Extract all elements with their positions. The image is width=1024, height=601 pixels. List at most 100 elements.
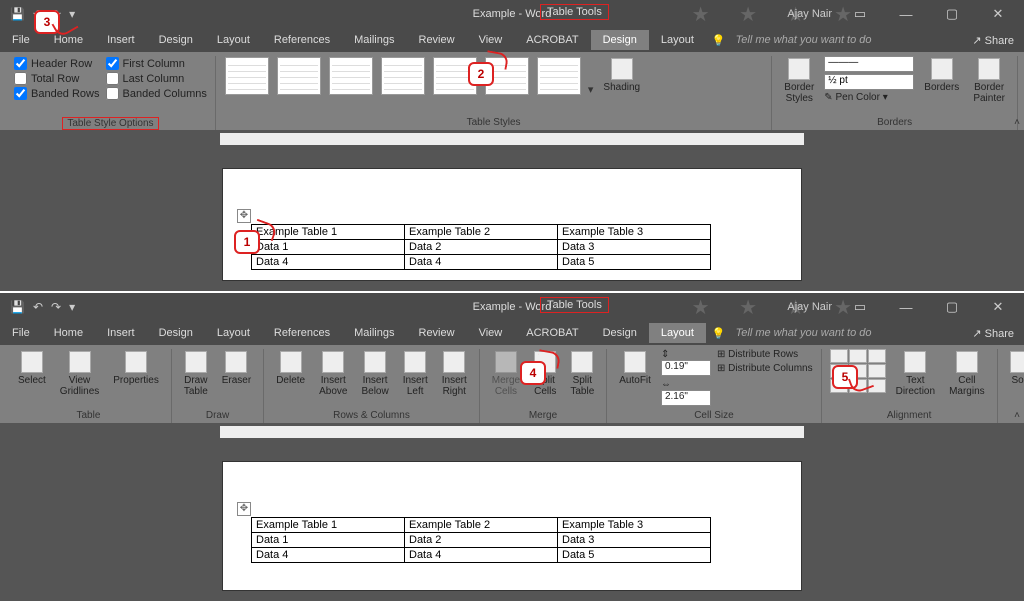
maximize-icon[interactable]: ▢ (934, 299, 970, 315)
table-cell[interactable]: Data 1 (252, 533, 405, 548)
align-tl[interactable] (830, 349, 848, 363)
tell-me-input[interactable]: Tell me what you want to do (726, 327, 872, 339)
table-cell[interactable]: Data 3 (558, 240, 711, 255)
table-cell[interactable]: Example Table 1 (252, 518, 405, 533)
tab-table-design[interactable]: Design (591, 30, 649, 50)
table-cell[interactable]: Data 2 (405, 240, 558, 255)
tab-review[interactable]: Review (407, 30, 467, 50)
select-button[interactable]: Select (14, 349, 50, 388)
maximize-icon[interactable]: ▢ (934, 6, 970, 22)
tab-design-main[interactable]: Design (147, 30, 205, 50)
table-cell[interactable]: Example Table 2 (405, 225, 558, 240)
tab-mailings[interactable]: Mailings (342, 323, 406, 343)
tab-design-main[interactable]: Design (147, 323, 205, 343)
minimize-icon[interactable]: — (888, 300, 924, 315)
tellme-icon[interactable]: 💡 (706, 327, 726, 340)
table-style-thumb[interactable] (225, 57, 269, 95)
tab-review[interactable]: Review (407, 323, 467, 343)
undo-icon[interactable]: ↶ (33, 300, 43, 314)
pen-weight-dropdown[interactable]: ½ pt (824, 74, 914, 90)
redo-icon[interactable]: ↷ (51, 300, 61, 314)
save-icon[interactable]: 💾 (10, 7, 25, 21)
tab-view[interactable]: View (467, 323, 515, 343)
properties-button[interactable]: Properties (109, 349, 163, 388)
table-cell[interactable]: Example Table 3 (558, 225, 711, 240)
tab-references[interactable]: References (262, 30, 342, 50)
table-cell[interactable]: Data 2 (405, 533, 558, 548)
example-table[interactable]: Example Table 1Example Table 2Example Ta… (251, 224, 711, 270)
table-style-thumb[interactable] (277, 57, 321, 95)
table-style-thumb[interactable] (537, 57, 581, 95)
table-cell[interactable]: Data 4 (405, 255, 558, 270)
ribbon-display-icon[interactable]: ▭ (842, 6, 878, 22)
tab-file[interactable]: File (0, 30, 42, 50)
close-icon[interactable]: ✕ (980, 6, 1016, 22)
cell-margins-button[interactable]: Cell Margins (945, 349, 989, 399)
tab-references[interactable]: References (262, 323, 342, 343)
borders-button[interactable]: Borders (920, 56, 963, 95)
eraser-button[interactable]: Eraser (218, 349, 255, 388)
save-icon[interactable]: 💾 (10, 300, 25, 314)
table-cell[interactable]: Example Table 2 (405, 518, 558, 533)
merge-cells-button[interactable]: Merge Cells (488, 349, 524, 399)
collapse-ribbon-icon[interactable]: ˄ (1014, 410, 1020, 421)
table-move-handle[interactable]: ✥ (237, 502, 251, 516)
autofit-button[interactable]: AutoFit (615, 349, 655, 388)
insert-above-button[interactable]: Insert Above (315, 349, 351, 399)
pen-style-dropdown[interactable]: ——— (824, 56, 914, 72)
align-tr[interactable] (868, 349, 886, 363)
collapse-ribbon-icon[interactable]: ˄ (1014, 117, 1020, 128)
pen-color-button[interactable]: ✎ Pen Color ▾ (824, 92, 914, 103)
tab-layout-main[interactable]: Layout (205, 30, 262, 50)
table-move-handle[interactable]: ✥ (237, 209, 251, 223)
example-table[interactable]: Example Table 1Example Table 2Example Ta… (251, 517, 711, 563)
table-cell[interactable]: Data 4 (252, 548, 405, 563)
share-button[interactable]: ↗ Share (972, 327, 1014, 340)
table-cell[interactable]: Data 4 (252, 255, 405, 270)
tab-insert[interactable]: Insert (95, 30, 147, 50)
minimize-icon[interactable]: — (888, 7, 924, 22)
tab-home[interactable]: Home (42, 323, 95, 343)
styles-more-icon[interactable]: ▾ (588, 83, 594, 96)
table-cell[interactable]: Data 1 (252, 240, 405, 255)
qat-more-icon[interactable]: ▾ (69, 300, 75, 314)
table-cell[interactable]: Data 4 (405, 548, 558, 563)
split-table-button[interactable]: Split Table (566, 349, 598, 399)
tab-acrobat[interactable]: ACROBAT (514, 30, 590, 50)
table-cell[interactable]: Example Table 3 (558, 518, 711, 533)
tab-acrobat[interactable]: ACROBAT (514, 323, 590, 343)
tab-mailings[interactable]: Mailings (342, 30, 406, 50)
tab-view[interactable]: View (467, 30, 515, 50)
border-painter-button[interactable]: Border Painter (969, 56, 1009, 106)
table-style-thumb[interactable] (381, 57, 425, 95)
border-styles-button[interactable]: Border Styles (780, 56, 818, 106)
tab-table-layout[interactable]: Layout (649, 323, 706, 343)
tell-me-input[interactable]: Tell me what you want to do (726, 34, 872, 46)
horizontal-ruler[interactable] (0, 423, 1024, 441)
share-button[interactable]: ↗ Share (972, 34, 1014, 47)
first-column-checkbox[interactable]: First Column (106, 56, 207, 71)
close-icon[interactable]: ✕ (980, 299, 1016, 315)
tab-table-design[interactable]: Design (591, 323, 649, 343)
distribute-rows-button[interactable]: ⊞ Distribute Rows (717, 349, 813, 360)
text-direction-button[interactable]: Text Direction (892, 349, 939, 399)
ribbon-display-icon[interactable]: ▭ (842, 299, 878, 315)
last-column-checkbox[interactable]: Last Column (106, 71, 207, 86)
insert-left-button[interactable]: Insert Left (399, 349, 432, 399)
align-tc[interactable] (849, 349, 867, 363)
tab-table-layout[interactable]: Layout (649, 30, 706, 50)
table-cell[interactable]: Data 5 (558, 255, 711, 270)
tab-layout-main[interactable]: Layout (205, 323, 262, 343)
col-width-input[interactable]: 2.16" (661, 390, 711, 406)
banded-columns-checkbox[interactable]: Banded Columns (106, 86, 207, 101)
draw-table-button[interactable]: Draw Table (180, 349, 212, 399)
insert-below-button[interactable]: Insert Below (357, 349, 392, 399)
banded-rows-checkbox[interactable]: Banded Rows (14, 86, 100, 101)
distribute-cols-button[interactable]: ⊞ Distribute Columns (717, 363, 813, 374)
insert-right-button[interactable]: Insert Right (438, 349, 471, 399)
header-row-checkbox[interactable]: Header Row (14, 56, 100, 71)
row-height-input[interactable]: 0.19" (661, 360, 711, 376)
view-gridlines-button[interactable]: View Gridlines (56, 349, 103, 399)
horizontal-ruler[interactable] (0, 130, 1024, 148)
tab-file[interactable]: File (0, 323, 42, 343)
